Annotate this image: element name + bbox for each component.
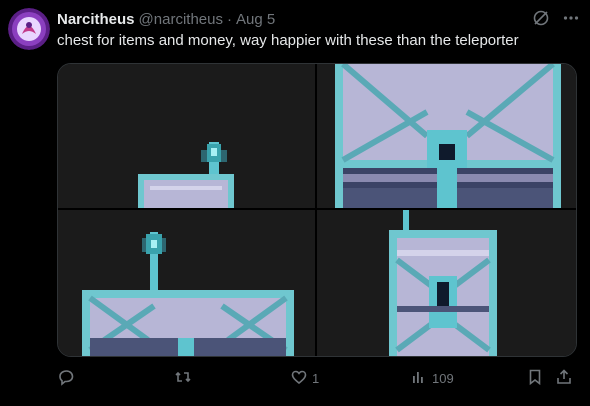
- tweet-date[interactable]: Aug 5: [236, 11, 275, 28]
- share-button[interactable]: [555, 366, 573, 390]
- media-image-4[interactable]: [317, 210, 576, 356]
- bookmark-icon[interactable]: [526, 368, 544, 389]
- tweet-header: Narcitheus @narcitheus · Aug 5: [57, 9, 580, 29]
- tweet-actions: 1 109: [57, 366, 577, 390]
- like-count: 1: [312, 370, 320, 386]
- separator: ·: [226, 10, 232, 28]
- display-name[interactable]: Narcitheus: [57, 11, 135, 28]
- like-button[interactable]: 1: [290, 366, 319, 390]
- media-image-1[interactable]: [58, 64, 315, 208]
- reply-icon[interactable]: [57, 368, 75, 389]
- views-icon[interactable]: [410, 368, 428, 389]
- media-image-3[interactable]: [58, 210, 315, 356]
- share-icon[interactable]: [555, 368, 573, 389]
- bookmark-button[interactable]: [526, 366, 544, 390]
- avatar[interactable]: [8, 8, 50, 50]
- handle[interactable]: @narcitheus: [139, 11, 223, 28]
- grok-icon[interactable]: [532, 9, 550, 31]
- views-button[interactable]: 109: [410, 366, 454, 390]
- more-icon[interactable]: [562, 9, 580, 31]
- like-icon[interactable]: [290, 368, 308, 389]
- media-grid[interactable]: [57, 63, 577, 357]
- media-image-2[interactable]: [317, 64, 576, 208]
- reply-button[interactable]: [57, 366, 75, 390]
- retweet-icon[interactable]: [174, 368, 192, 389]
- tweet-text: chest for items and money, way happier w…: [57, 32, 519, 49]
- views-count: 109: [432, 370, 454, 386]
- retweet-button[interactable]: [174, 366, 192, 390]
